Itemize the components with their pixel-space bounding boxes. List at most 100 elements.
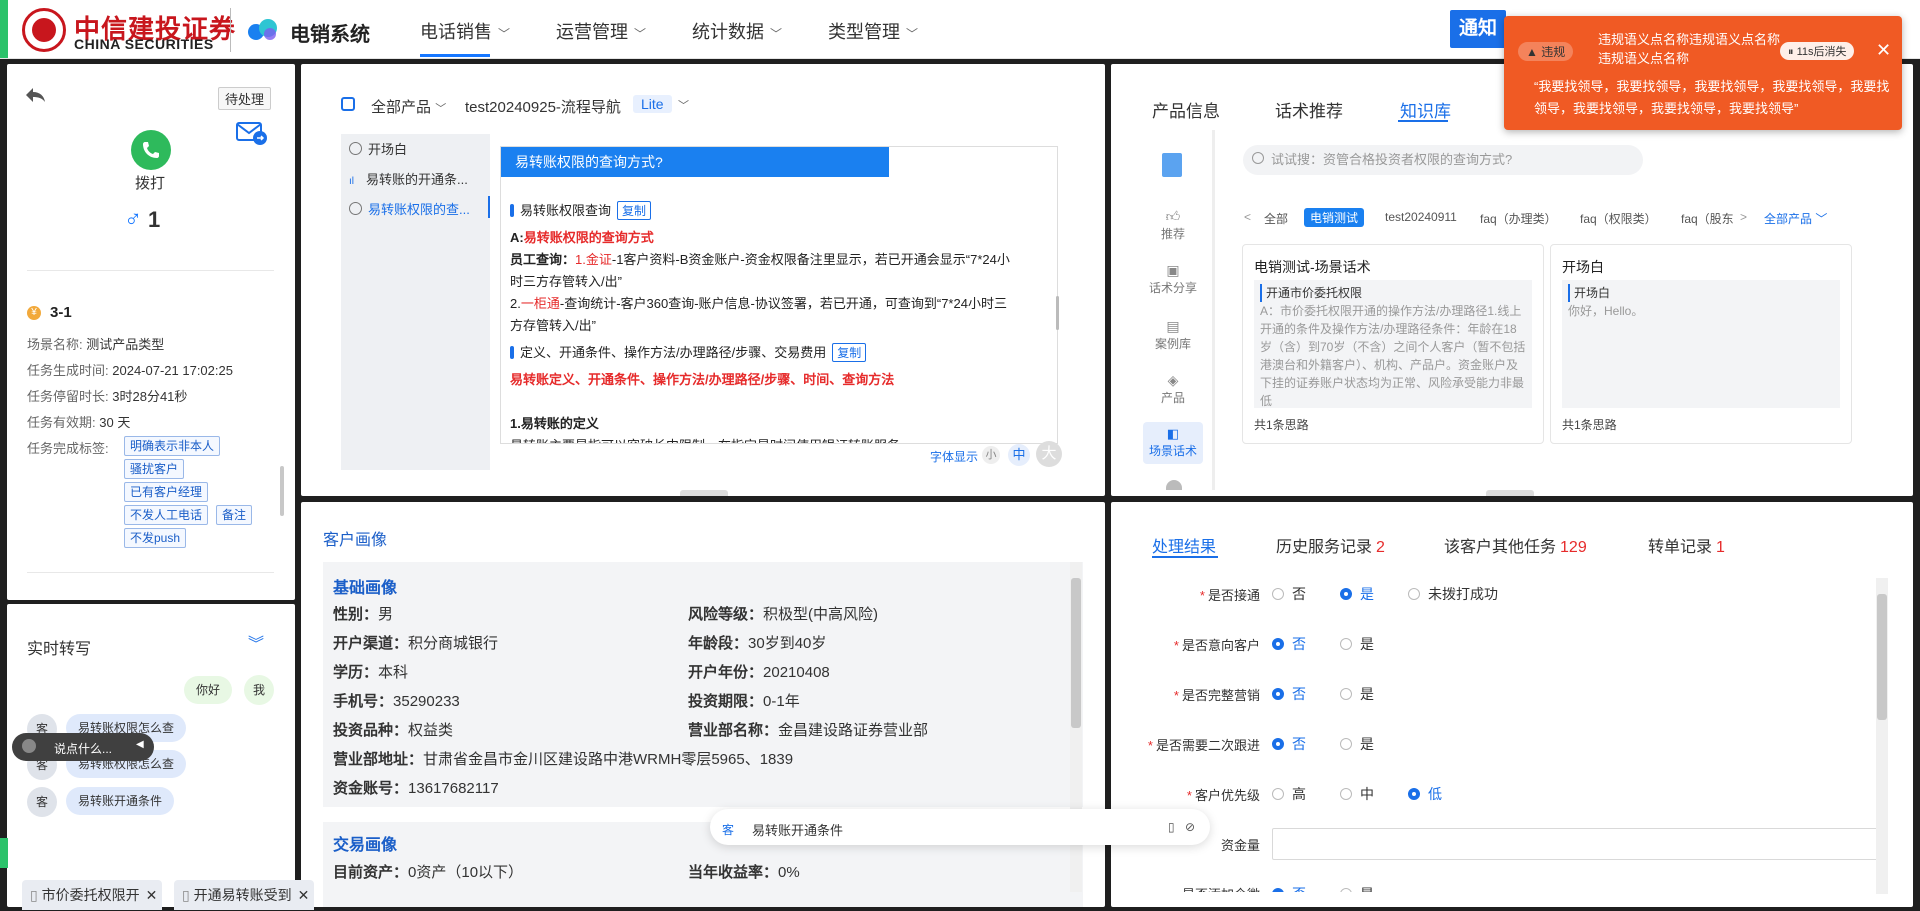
tab-product-info[interactable]: 产品信息 — [1152, 97, 1220, 122]
question-follow-up: * 是否需要二次跟进 — [1147, 738, 1260, 753]
tab-other-tasks[interactable]: 该客户其他任务 129 — [1444, 533, 1587, 557]
flow-name-select[interactable]: test20240925-流程导航 — [465, 96, 621, 117]
copy-button[interactable]: 复制 — [832, 343, 867, 362]
nav-type-management[interactable]: 类型管理 ﹀ — [828, 18, 918, 44]
voice-input-pill[interactable]: 说点什么... ◀ — [12, 733, 154, 761]
trade-portrait-title: 交易画像 — [333, 837, 398, 854]
search-icon — [1252, 152, 1264, 164]
flow-node-open-conditions[interactable]: ıl 易转账的开通条... — [349, 169, 468, 188]
category-next-icon[interactable]: > — [1740, 210, 1747, 224]
agent-message: 你好 — [184, 676, 233, 704]
pending-status-button[interactable]: 待处理 — [218, 87, 272, 110]
left-panel-scrollbar[interactable] — [280, 466, 284, 516]
voice-placeholder: 说点什么... — [54, 742, 113, 756]
tag-item[interactable]: 已有客户经理 — [124, 482, 209, 502]
font-small-button[interactable]: 小 — [982, 446, 1000, 464]
font-large-button[interactable]: 大 — [1036, 441, 1062, 467]
font-medium-button[interactable]: 中 — [1008, 444, 1030, 466]
close-icon[interactable]: ✕ — [146, 887, 158, 903]
chevron-down-icon: ﹀ — [435, 103, 447, 115]
bottom-tab[interactable]: ▯ 开通易转账受到 ✕ — [174, 880, 314, 910]
document-icon[interactable]: ▯ — [1168, 820, 1175, 834]
info-scene: 场景名称: 测试产品类型 — [27, 337, 165, 352]
field-age: 年龄段：30岁到40岁 — [688, 635, 827, 652]
side-scene-script[interactable]: ◧ 场景话术 — [1143, 422, 1203, 464]
content-scrollbar[interactable] — [1056, 296, 1059, 330]
tag-item[interactable]: 不发人工电话 — [124, 505, 209, 525]
radio-intention-yes[interactable]: 是 — [1340, 634, 1374, 654]
chevron-down-icon[interactable]: ﹀ — [678, 97, 689, 113]
tab-transfer-records[interactable]: 转单记录 1 — [1648, 533, 1725, 557]
side-case-library[interactable]: ▤ 案例库 — [1143, 318, 1203, 352]
tab-active-indicator — [1398, 120, 1448, 122]
more-icon[interactable] — [1166, 480, 1182, 490]
book-icon[interactable] — [1162, 153, 1182, 177]
resize-handle[interactable] — [680, 490, 728, 496]
page-icon: ▯ — [30, 887, 42, 903]
side-product[interactable]: ◈ 产品 — [1143, 372, 1203, 406]
radio-wecom-no[interactable]: 否 — [1272, 884, 1306, 892]
close-icon[interactable]: ✕ — [1876, 40, 1891, 61]
question-add-wecom: 是否添加企微 — [1130, 884, 1260, 892]
category-faq-handle[interactable]: faq（办理类） — [1480, 210, 1557, 227]
category-prev-icon[interactable]: < — [1244, 210, 1251, 224]
portrait-scrollbar[interactable] — [1071, 578, 1081, 728]
radio-priority-low[interactable]: 低 — [1408, 784, 1442, 804]
caret-left-icon: ◀ — [136, 739, 144, 750]
tag-item[interactable]: 骚扰客户 — [124, 459, 185, 479]
tab-history[interactable]: 历史服务记录 2 — [1276, 533, 1385, 557]
tab-knowledge-base[interactable]: 知识库 — [1400, 97, 1451, 122]
radio-marketing-no[interactable]: 否 — [1272, 684, 1306, 704]
back-arrow-icon[interactable] — [24, 86, 46, 104]
all-products-filter[interactable]: 全部产品 ﹀ — [1764, 210, 1827, 227]
radio-connected-no[interactable]: 否 — [1272, 584, 1306, 604]
product-select[interactable]: 全部产品 ﹀ — [371, 96, 446, 117]
side-recommend[interactable]: 👍︎ 推荐 — [1143, 208, 1203, 242]
tab-script-recommend[interactable]: 话术推荐 — [1275, 97, 1343, 122]
result-scrollbar[interactable] — [1877, 594, 1887, 720]
resize-handle[interactable] — [1486, 490, 1534, 496]
tag-item[interactable]: 明确表示非本人 — [124, 436, 221, 456]
tag-item[interactable]: 不发push — [124, 528, 187, 548]
case-icon: ▤ — [1166, 318, 1180, 334]
radio-wecom-yes[interactable]: 是 — [1340, 884, 1374, 892]
radio-followup-yes[interactable]: 是 — [1340, 734, 1374, 754]
category-faq-shareholder[interactable]: faq（股东 — [1681, 210, 1734, 227]
copy-button[interactable]: 复制 — [617, 201, 652, 220]
radio-intention-no[interactable]: 否 — [1272, 634, 1306, 654]
nav-phone-sales[interactable]: 电话销售 ﹀ — [420, 18, 510, 44]
dial-button[interactable] — [131, 130, 171, 170]
radio-marketing-yes[interactable]: 是 — [1340, 684, 1374, 704]
tab-result[interactable]: 处理结果 — [1152, 533, 1216, 557]
radio-followup-no[interactable]: 否 — [1272, 734, 1306, 754]
radio-connected-failed[interactable]: 未拨打成功 — [1408, 584, 1498, 604]
task-id: 3-1 — [50, 304, 72, 321]
toast-title: 违规语义点名称违规语义点名称违规语义点名称 — [1598, 32, 1781, 66]
phone-icon — [143, 142, 159, 158]
nav-statistics[interactable]: 统计数据 ﹀ — [692, 18, 782, 44]
answer-line-2: 2.一柜通-查询统计-客户360查询-账户信息-协议签署，若已开通，可查询到“7… — [510, 296, 1007, 311]
category-test20240911[interactable]: test20240911 — [1385, 210, 1457, 224]
nav-operations[interactable]: 运营管理 ﹀ — [556, 18, 646, 44]
flow-node-query-method[interactable]: 易转账权限的查... — [349, 199, 470, 218]
tag-item[interactable]: 备注 — [216, 505, 253, 525]
category-all[interactable]: 全部 — [1264, 210, 1288, 227]
ban-icon[interactable]: ⊘ — [1185, 820, 1195, 834]
knowledge-search-input[interactable]: 试试搜：资管合格投资者权限的查询方式? — [1243, 145, 1643, 175]
radio-priority-high[interactable]: 高 — [1272, 784, 1306, 804]
flow-node-opening[interactable]: 开场白 — [349, 139, 407, 158]
close-icon[interactable]: ✕ — [298, 887, 310, 903]
field-gender: 性别：男 — [333, 606, 394, 623]
font-size-label: 字体显示 — [930, 450, 979, 464]
radio-priority-medium[interactable]: 中 — [1340, 784, 1374, 804]
category-sales-test[interactable]: 电销测试 — [1304, 208, 1365, 227]
category-faq-permission[interactable]: faq（权限类） — [1580, 210, 1657, 227]
notice-button[interactable]: 通知 — [1450, 10, 1506, 48]
collapse-double-chevron-icon[interactable]: ︾ — [248, 630, 264, 654]
radio-connected-yes[interactable]: 是 — [1340, 584, 1374, 604]
bottom-tab[interactable]: ▯ 市价委托权限开 ✕ — [22, 880, 162, 910]
message-send-icon[interactable] — [236, 118, 268, 146]
side-script-share[interactable]: ▣ 话术分享 — [1143, 262, 1203, 296]
field-open-year: 开户年份：20210408 — [688, 664, 830, 681]
capital-input[interactable] — [1272, 828, 1878, 860]
